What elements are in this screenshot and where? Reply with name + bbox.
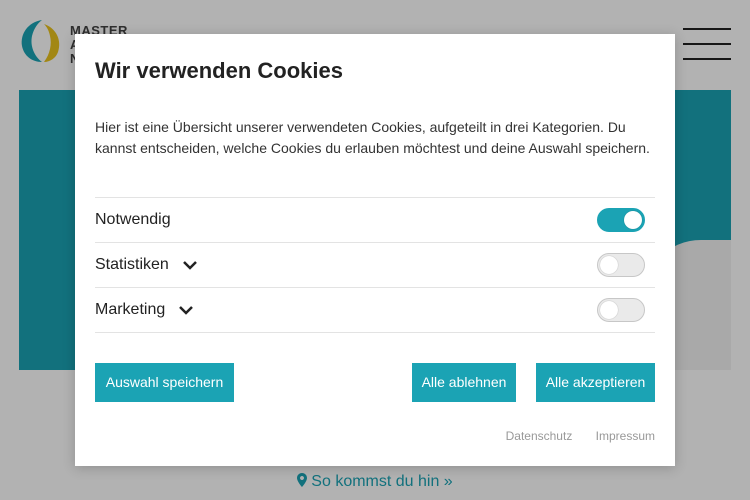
category-label: Notwendig: [95, 211, 171, 228]
dialog-footer-links: Datenschutz Impressum: [486, 429, 655, 443]
cookie-category-list: Notwendig Statistiken Marketing: [95, 197, 655, 333]
category-label: Statistiken: [95, 256, 169, 273]
chevron-down-icon[interactable]: [179, 305, 193, 315]
save-selection-button[interactable]: Auswahl speichern: [95, 363, 234, 402]
toggle-marketing[interactable]: [597, 298, 645, 322]
imprint-link[interactable]: Impressum: [596, 429, 655, 443]
cookie-category-marketing[interactable]: Marketing: [95, 288, 655, 333]
category-label: Marketing: [95, 301, 166, 318]
dialog-title: Wir verwenden Cookies: [95, 58, 343, 83]
reject-all-button[interactable]: Alle ablehnen: [412, 363, 516, 402]
accept-all-button[interactable]: Alle akzeptieren: [536, 363, 655, 402]
privacy-link[interactable]: Datenschutz: [506, 429, 573, 443]
toggle-necessary[interactable]: [597, 208, 645, 232]
page: MASTER A N So kommst du hin » Wir verwen…: [0, 0, 750, 500]
chevron-down-icon[interactable]: [183, 260, 197, 270]
cookie-consent-dialog: Wir verwenden Cookies Hier ist eine Über…: [75, 34, 675, 466]
cookie-category-necessary: Notwendig: [95, 198, 655, 243]
toggle-statistics[interactable]: [597, 253, 645, 277]
dialog-description: Hier ist eine Übersicht unserer verwende…: [95, 119, 650, 156]
cookie-category-statistics[interactable]: Statistiken: [95, 243, 655, 288]
